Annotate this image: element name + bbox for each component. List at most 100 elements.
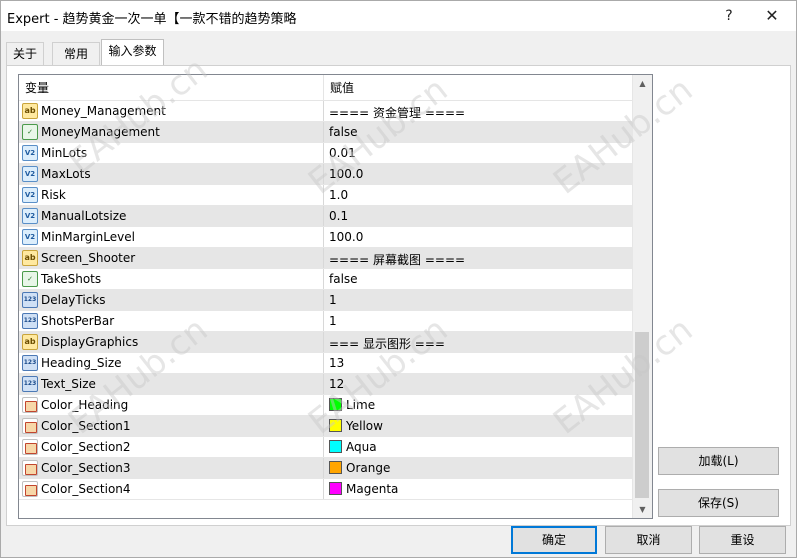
value-cell[interactable]: false — [324, 122, 634, 142]
variable-value: ==== 屏幕截图 ==== — [329, 253, 466, 267]
table-row[interactable]: ab Money_Management ==== 资金管理 ==== — [19, 101, 634, 122]
variable-value: 100.0 — [329, 230, 364, 244]
value-cell[interactable]: 100.0 — [324, 164, 634, 184]
value-cell[interactable]: Orange — [324, 458, 634, 478]
value-cell[interactable]: 1 — [324, 290, 634, 310]
save-button[interactable]: 保存(S) — [658, 489, 779, 517]
string-icon: ab — [22, 103, 38, 119]
int-icon: 123 — [22, 292, 38, 308]
variable-cell: ab Screen_Shooter — [19, 248, 324, 268]
variable-cell: V2 MinMarginLevel — [19, 227, 324, 247]
variable-cell: Color_Section4 — [19, 479, 324, 499]
table-row[interactable]: 123 ShotsPerBar 1 — [19, 311, 634, 332]
bool-icon: ✓ — [22, 124, 38, 140]
column-header-variable[interactable]: 变量 — [19, 75, 324, 101]
table-row[interactable]: ✓ TakeShots false — [19, 269, 634, 290]
color-swatch[interactable] — [329, 482, 342, 495]
ok-button[interactable]: 确定 — [511, 526, 597, 554]
color-icon — [22, 439, 38, 455]
table-row[interactable]: Color_Section3 Orange — [19, 458, 634, 479]
variable-cell: Color_Section1 — [19, 416, 324, 436]
color-swatch[interactable] — [329, 419, 342, 432]
value-cell[interactable]: false — [324, 269, 634, 289]
int-icon: 123 — [22, 355, 38, 371]
table-row[interactable]: 123 Text_Size 12 — [19, 374, 634, 395]
value-cell[interactable]: Lime — [324, 395, 634, 415]
variable-cell: 123 Text_Size — [19, 374, 324, 394]
expert-properties-dialog: Expert - 趋势黄金一次一单【一款不错的趋势策略 ? ✕ 关于 常用 输入… — [0, 0, 797, 558]
variable-value: 0.01 — [329, 146, 356, 160]
table-row[interactable]: Color_Section2 Aqua — [19, 437, 634, 458]
double-icon: V2 — [22, 166, 38, 182]
value-cell[interactable]: 100.0 — [324, 227, 634, 247]
double-icon: V2 — [22, 145, 38, 161]
variable-name: MinLots — [41, 146, 88, 160]
value-cell[interactable]: 12 — [324, 374, 634, 394]
variable-value: ==== 资金管理 ==== — [329, 106, 466, 120]
table-row[interactable]: V2 MaxLots 100.0 — [19, 164, 634, 185]
int-icon: 123 — [22, 376, 38, 392]
close-icon[interactable]: ✕ — [760, 5, 784, 27]
color-swatch[interactable] — [329, 461, 342, 474]
variable-value: Orange — [346, 461, 391, 475]
scroll-down-icon[interactable]: ▼ — [633, 501, 652, 518]
variable-cell: 123 ShotsPerBar — [19, 311, 324, 331]
help-icon[interactable]: ? — [717, 5, 741, 27]
vertical-scrollbar[interactable]: ▲ ▼ — [632, 75, 652, 518]
tab-about[interactable]: 关于 — [6, 42, 44, 66]
color-swatch[interactable] — [329, 398, 342, 411]
table-row[interactable]: V2 MinLots 0.01 — [19, 143, 634, 164]
variable-cell: V2 Risk — [19, 185, 324, 205]
tab-common[interactable]: 常用 — [52, 42, 100, 66]
double-icon: V2 — [22, 208, 38, 224]
variable-name: ManualLotsize — [41, 209, 127, 223]
grid-header: 变量 赋值 — [19, 75, 652, 101]
variable-cell: ab DisplayGraphics — [19, 332, 324, 352]
variable-cell: V2 MaxLots — [19, 164, 324, 184]
variable-value: Aqua — [346, 440, 377, 454]
table-row[interactable]: ab DisplayGraphics === 显示图形 === — [19, 332, 634, 353]
table-row[interactable]: ab Screen_Shooter ==== 屏幕截图 ==== — [19, 248, 634, 269]
color-swatch[interactable] — [329, 440, 342, 453]
parameters-grid[interactable]: 变量 赋值 ab Money_Management ==== 资金管理 ==== ✓ M… — [18, 74, 653, 519]
value-cell[interactable]: 1.0 — [324, 185, 634, 205]
value-cell[interactable]: ==== 资金管理 ==== — [324, 101, 634, 121]
table-row[interactable]: Color_Heading Lime — [19, 395, 634, 416]
variable-value: Magenta — [346, 482, 399, 496]
variable-name: Color_Section1 — [41, 419, 131, 433]
load-button[interactable]: 加载(L) — [658, 447, 779, 475]
variable-value: 1.0 — [329, 188, 349, 202]
variable-cell: ✓ TakeShots — [19, 269, 324, 289]
variable-name: DelayTicks — [41, 293, 106, 307]
column-header-value[interactable]: 赋值 — [324, 75, 634, 101]
table-row[interactable]: Color_Section1 Yellow — [19, 416, 634, 437]
value-cell[interactable]: 0.1 — [324, 206, 634, 226]
value-cell[interactable]: 1 — [324, 311, 634, 331]
value-cell[interactable]: 0.01 — [324, 143, 634, 163]
table-row[interactable]: Color_Section4 Magenta — [19, 479, 634, 500]
table-row[interactable]: 123 DelayTicks 1 — [19, 290, 634, 311]
scroll-up-icon[interactable]: ▲ — [633, 75, 652, 92]
value-cell[interactable]: Yellow — [324, 416, 634, 436]
tab-inputs[interactable]: 输入参数 — [101, 39, 164, 66]
string-icon: ab — [22, 250, 38, 266]
reset-button[interactable]: 重设 — [699, 526, 786, 554]
value-cell[interactable]: Aqua — [324, 437, 634, 457]
value-cell[interactable]: ==== 屏幕截图 ==== — [324, 248, 634, 268]
value-cell[interactable]: 13 — [324, 353, 634, 373]
title-bar: Expert - 趋势黄金一次一单【一款不错的趋势策略 ? ✕ — [1, 1, 796, 31]
variable-name: Color_Section2 — [41, 440, 131, 454]
table-row[interactable]: ✓ MoneyManagement false — [19, 122, 634, 143]
value-cell[interactable]: === 显示图形 === — [324, 332, 634, 352]
table-row[interactable]: V2 Risk 1.0 — [19, 185, 634, 206]
double-icon: V2 — [22, 187, 38, 203]
table-row[interactable]: V2 ManualLotsize 0.1 — [19, 206, 634, 227]
cancel-button[interactable]: 取消 — [605, 526, 692, 554]
scrollbar-thumb[interactable] — [635, 332, 649, 498]
table-row[interactable]: V2 MinMarginLevel 100.0 — [19, 227, 634, 248]
table-row[interactable]: 123 Heading_Size 13 — [19, 353, 634, 374]
variable-value: false — [329, 272, 358, 286]
variable-value: 1 — [329, 293, 337, 307]
variable-name: TakeShots — [41, 272, 102, 286]
value-cell[interactable]: Magenta — [324, 479, 634, 499]
